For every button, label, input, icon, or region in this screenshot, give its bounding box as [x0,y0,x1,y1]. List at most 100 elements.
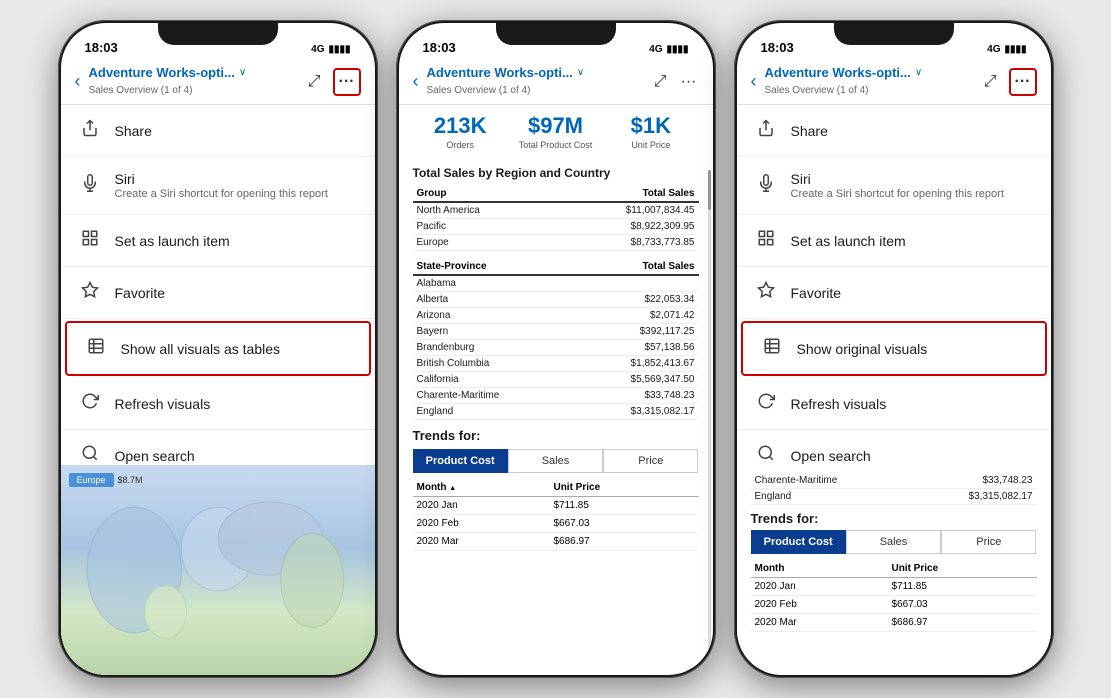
signal-icon-2: 4G [649,44,662,55]
region-table-2: Group Total Sales North America $11,007,… [413,186,699,251]
bg-trend-price-0-3: $711.85 [887,578,1036,596]
region-table-title-2: Total Sales by Region and Country [413,166,699,180]
nav-chevron-3[interactable]: ∨ [915,67,922,78]
back-button-1[interactable]: ‹ [75,71,81,92]
launch-icon-1 [79,229,101,252]
bg-trend-row-0-3: 2020 Jan $711.85 [751,578,1037,596]
more-icon-2[interactable]: ··· [679,71,699,93]
menu-show-original-3[interactable]: Show original visuals [741,321,1047,376]
share-text-1: Share [115,123,152,139]
trend-col-price-2: Unit Price [549,479,698,497]
expand-icon-1[interactable]: ⤢ [306,71,323,93]
search-label-3: Open search [791,448,871,464]
menu-show-tables-1[interactable]: Show all visuals as tables [65,321,371,376]
refresh-text-3: Refresh visuals [791,396,887,412]
search-text-3: Open search [791,448,871,464]
trend-row-0-2: 2020 Jan $711.85 [413,497,699,515]
launch-label-1: Set as launch item [115,233,230,249]
region-row-0: North America $11,007,834.45 [413,202,699,219]
bg-trend-table-3: Month Unit Price 2020 Jan $711.85 2020 F… [751,560,1037,632]
scrollbar-thumb-2 [708,170,711,210]
state-cell-bayern: Bayern [413,324,573,340]
menu-launch-3[interactable]: Set as launch item [737,215,1051,267]
siri-sublabel-1: Create a Siri shortcut for opening this … [115,188,328,200]
favorite-icon-3 [755,281,777,304]
battery-icon-2: ▮▮▮▮ [666,44,688,55]
launch-text-1: Set as launch item [115,233,230,249]
region-row-1: Pacific $8,922,309.95 [413,219,699,235]
bg-tab-sales-3[interactable]: Sales [846,530,941,554]
trend-row-2-2: 2020 Mar $686.97 [413,533,699,551]
bg-trend-month-2-3: 2020 Mar [751,614,888,632]
menu-siri-3[interactable]: Siri Create a Siri shortcut for opening … [737,157,1051,215]
nav-bar-2: ‹ Adventure Works-opti... ∨ Sales Overvi… [399,59,713,105]
menu-refresh-3[interactable]: Refresh visuals [737,378,1051,430]
state-row-bayern: Bayern $392,117.25 [413,324,699,340]
trend-month-2-2: 2020 Mar [413,533,550,551]
region-cell-val-1: $8,922,309.95 [550,219,698,235]
kpi-price: $1K Unit Price [603,113,698,150]
launch-text-3: Set as launch item [791,233,906,249]
bg-tab-cost-3[interactable]: Product Cost [751,530,846,554]
kpi-orders-value: 213K [413,113,508,139]
menu-favorite-1[interactable]: Favorite [61,267,375,319]
state-row-england: England $3,315,082.17 [413,404,699,420]
menu-refresh-1[interactable]: Refresh visuals [61,378,375,430]
menu-share-1[interactable]: Share [61,105,375,157]
region-cell-val-2: $8,733,773.85 [550,235,698,251]
signal-icon-1: 4G [311,44,324,55]
refresh-icon-3 [755,392,777,415]
nav-title-block-1: Adventure Works-opti... ∨ Sales Overview… [89,65,306,98]
more-button-1[interactable]: ··· [333,68,361,96]
bg-charente-val-3: $33,748.23 [910,473,1036,489]
state-cell-england-val: $3,315,082.17 [572,404,698,420]
kpi-orders: 213K Orders [413,113,508,150]
menu-favorite-3[interactable]: Favorite [737,267,1051,319]
nav-title-block-3: Adventure Works-opti... ∨ Sales Overview… [765,65,982,98]
menu-launch-1[interactable]: Set as launch item [61,215,375,267]
state-row-charente: Charente-Maritime $33,748.23 [413,388,699,404]
tab-sales-2[interactable]: Sales [508,449,603,473]
show-original-text-3: Show original visuals [797,341,928,357]
tab-product-cost-2[interactable]: Product Cost [413,449,508,473]
back-button-3[interactable]: ‹ [751,71,757,92]
favorite-label-3: Favorite [791,285,842,301]
trend-month-1-2: 2020 Feb [413,515,550,533]
kpi-cost-label: Total Product Cost [508,140,603,150]
state-cell-arizona-val: $2,071.42 [572,308,698,324]
expand-icon-2[interactable]: ⤢ [652,71,669,93]
menu-siri-1[interactable]: Siri Create a Siri shortcut for opening … [61,157,375,215]
bg-trend-row-1-3: 2020 Feb $667.03 [751,596,1037,614]
table-icon-1 [85,337,107,360]
siri-text-3: Siri Create a Siri shortcut for opening … [791,171,1004,200]
bg-tab-price-3[interactable]: Price [941,530,1036,554]
siri-label-1: Siri [115,171,328,187]
region-cell-name-0: North America [413,202,551,219]
state-row-bc: British Columbia $1,852,413.67 [413,356,699,372]
refresh-text-1: Refresh visuals [115,396,211,412]
state-col-sales: Total Sales [572,259,698,275]
show-tables-text-1: Show all visuals as tables [121,341,281,357]
state-cell-california: California [413,372,573,388]
state-row-brandenburg: Brandenburg $57,138.56 [413,340,699,356]
trend-row-1-2: 2020 Feb $667.03 [413,515,699,533]
nav-chevron-1[interactable]: ∨ [239,67,246,78]
nav-chevron-2[interactable]: ∨ [577,67,584,78]
scrollbar-2[interactable] [708,170,711,665]
more-button-3[interactable]: ··· [1009,68,1037,96]
tab-price-2[interactable]: Price [603,449,698,473]
status-time-3: 18:03 [761,40,794,55]
state-col-province: State-Province [413,259,573,275]
menu-share-3[interactable]: Share [737,105,1051,157]
search-text-1: Open search [115,448,195,464]
share-label-1: Share [115,123,152,139]
kpi-orders-label: Orders [413,140,508,150]
state-row-alberta: Alberta $22,053.34 [413,292,699,308]
state-row-california: California $5,569,347.50 [413,372,699,388]
launch-icon-3 [755,229,777,252]
expand-icon-3[interactable]: ⤢ [982,71,999,93]
kpi-cost-value: $97M [508,113,603,139]
back-button-2[interactable]: ‹ [413,71,419,92]
bg-map-1: Europe $8.7M [61,465,375,675]
search-icon-1 [79,444,101,467]
